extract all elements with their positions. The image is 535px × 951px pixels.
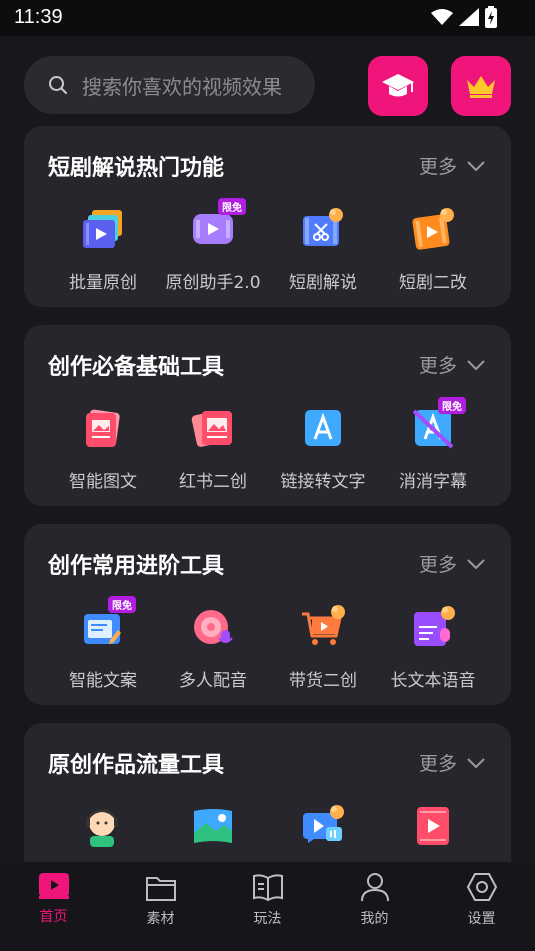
vip-button[interactable] xyxy=(451,56,511,116)
chevron-down-icon xyxy=(467,160,485,171)
tool-item[interactable] xyxy=(158,803,268,849)
video-voice-icon xyxy=(303,805,344,843)
free-badge: 限免 xyxy=(218,198,246,215)
graduation-cap-icon xyxy=(382,74,414,97)
person-icon xyxy=(360,873,389,902)
batch-video-icon xyxy=(83,210,122,248)
chevron-down-icon xyxy=(467,757,485,768)
wifi-icon xyxy=(431,9,453,25)
tool-label: 红书二创 xyxy=(179,472,247,492)
nav-home[interactable]: 首页 xyxy=(0,862,107,951)
tool-shopping-remix[interactable]: 带货二创 xyxy=(268,604,378,691)
card-title: 创作常用进阶工具 xyxy=(48,554,225,579)
tool-label: 多人配音 xyxy=(179,671,247,691)
nav-label: 设置 xyxy=(467,911,496,927)
status-bar: 11:39 xyxy=(0,0,535,36)
tool-item[interactable] xyxy=(48,803,158,849)
tool-multi-voice[interactable]: 多人配音 xyxy=(158,604,268,691)
tool-link-to-text[interactable]: 链接转文字 xyxy=(268,405,378,492)
nav-profile[interactable]: 我的 xyxy=(321,862,428,951)
nav-settings[interactable]: 设置 xyxy=(428,862,535,951)
tool-label: 智能文案 xyxy=(69,671,137,691)
book-icon xyxy=(252,874,283,902)
drama-commentary-icon xyxy=(303,208,343,246)
drama-remix-icon xyxy=(412,208,454,250)
tool-redbook-remix[interactable]: 红书二创 xyxy=(158,405,268,492)
search-placeholder: 搜索你喜欢的视频效果 xyxy=(82,74,282,99)
tool-label: 智能图文 xyxy=(69,472,137,492)
more-label: 更多 xyxy=(418,753,457,775)
battery-icon xyxy=(485,6,497,28)
card-basic-tools: 创作必备基础工具 更多 智能图文 红书二创 链接转文字 限免 消消字幕 xyxy=(24,325,511,506)
long-text-voice-icon xyxy=(414,606,455,646)
tool-label: 短剧二改 xyxy=(399,273,467,293)
card-title: 短剧解说热门功能 xyxy=(48,156,225,181)
tutorial-button[interactable] xyxy=(368,56,428,116)
tool-label: 短剧解说 xyxy=(289,273,357,293)
tool-label: 消消字幕 xyxy=(399,472,467,492)
nav-label: 素材 xyxy=(146,911,175,927)
more-label: 更多 xyxy=(418,355,457,377)
search-icon xyxy=(49,76,67,94)
tool-drama-remix[interactable]: 短剧二改 xyxy=(378,206,488,293)
card-advanced-tools: 创作常用进阶工具 更多 限免 智能文案 多人配音 带货二创 长文本语音 xyxy=(24,524,511,705)
tool-label: 原创助手2.0 xyxy=(165,273,261,293)
status-icons xyxy=(431,6,497,28)
crown-icon xyxy=(467,76,495,98)
chevron-down-icon xyxy=(467,359,485,370)
tool-label: 批量原创 xyxy=(69,273,137,293)
nav-gameplay[interactable]: 玩法 xyxy=(214,862,321,951)
home-play-icon xyxy=(38,873,69,899)
link-to-text-icon xyxy=(305,410,341,446)
tool-label: 长文本语音 xyxy=(390,671,476,691)
tool-smart-image-text[interactable]: 智能图文 xyxy=(48,405,158,492)
tool-label: 链接转文字 xyxy=(280,472,366,492)
chevron-down-icon xyxy=(467,558,485,569)
settings-hex-icon xyxy=(466,873,497,901)
more-button[interactable]: 更多 xyxy=(419,749,485,776)
nav-label: 我的 xyxy=(360,911,389,927)
landscape-icon xyxy=(194,809,232,843)
nav-materials[interactable]: 素材 xyxy=(107,862,214,951)
kid-avatar-icon xyxy=(86,809,118,847)
smart-image-text-icon xyxy=(86,409,120,447)
tool-remove-subtitle[interactable]: 限免 消消字幕 xyxy=(378,397,488,492)
tool-original-assistant[interactable]: 限免 原创助手2.0 xyxy=(158,198,268,293)
more-button[interactable]: 更多 xyxy=(419,351,485,378)
tool-label: 带货二创 xyxy=(289,671,357,691)
tool-long-text-voice[interactable]: 长文本语音 xyxy=(378,604,488,691)
signal-icon xyxy=(459,8,479,26)
free-badge: 限免 xyxy=(108,596,136,613)
video-card-icon xyxy=(417,807,449,845)
card-hot-features: 短剧解说热门功能 更多 批量原创 限免 原创助手2.0 短剧解说 短剧二改 xyxy=(24,126,511,307)
search-input[interactable]: 搜索你喜欢的视频效果 xyxy=(24,56,315,114)
folder-icon xyxy=(145,877,176,901)
more-label: 更多 xyxy=(418,554,457,576)
tool-item[interactable] xyxy=(378,803,488,849)
more-label: 更多 xyxy=(418,156,457,178)
redbook-remix-icon xyxy=(191,411,232,447)
shopping-remix-icon xyxy=(302,605,345,645)
more-button[interactable]: 更多 xyxy=(419,152,485,179)
multi-voice-icon xyxy=(194,610,233,644)
tool-drama-commentary[interactable]: 短剧解说 xyxy=(268,206,378,293)
tool-smart-copywriting[interactable]: 限免 智能文案 xyxy=(48,596,158,691)
tool-batch-original[interactable]: 批量原创 xyxy=(48,206,158,293)
more-button[interactable]: 更多 xyxy=(419,550,485,577)
free-badge: 限免 xyxy=(438,397,466,414)
nav-label: 玩法 xyxy=(253,911,282,927)
nav-label: 首页 xyxy=(39,909,68,925)
bottom-nav: 首页 素材 玩法 我的 设置 xyxy=(0,862,535,951)
status-time: 11:39 xyxy=(14,6,63,28)
tool-item[interactable] xyxy=(268,803,378,849)
card-title: 原创作品流量工具 xyxy=(48,753,225,778)
card-title: 创作必备基础工具 xyxy=(48,355,225,380)
